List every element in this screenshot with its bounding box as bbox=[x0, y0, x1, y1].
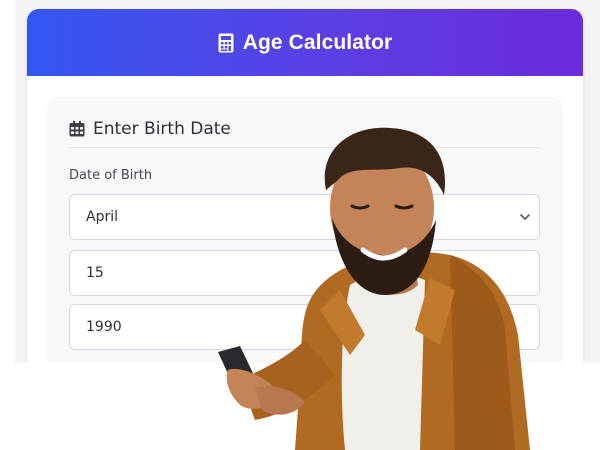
year-value: 1990 bbox=[86, 319, 122, 335]
person-with-phone-image bbox=[218, 127, 530, 450]
card-header: Age Calculator bbox=[27, 9, 583, 76]
month-value: April bbox=[86, 209, 118, 225]
header-title-group: Age Calculator bbox=[218, 31, 393, 55]
calculator-icon bbox=[218, 33, 234, 52]
stage: Age Calculator Enter Birth Date Date of … bbox=[0, 0, 600, 450]
calendar-icon bbox=[69, 121, 85, 137]
page-title: Age Calculator bbox=[242, 30, 393, 54]
dob-label: Date of Birth bbox=[69, 168, 153, 183]
day-value: 15 bbox=[86, 265, 104, 281]
